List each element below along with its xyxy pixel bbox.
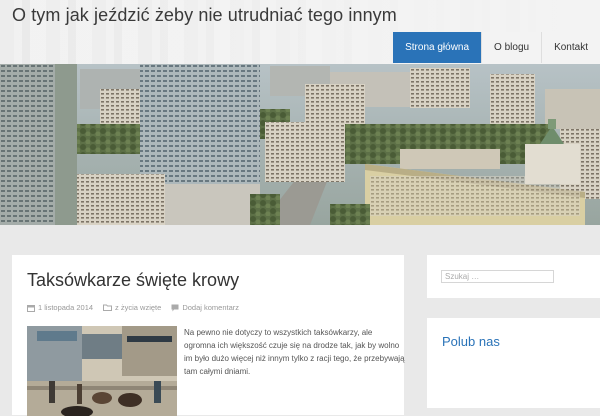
- post-excerpt: Na pewno nie dotyczy to wszystkich taksó…: [184, 328, 405, 376]
- post-card: Taksówkarze święte krowy 1 listopada 201…: [12, 255, 405, 416]
- site-title[interactable]: O tym jak jeździć żeby nie utrudniać teg…: [12, 5, 397, 26]
- widget-title-like: Polub nas: [442, 334, 500, 349]
- post-category[interactable]: z życia wzięte: [103, 303, 161, 312]
- search-widget: [427, 255, 600, 298]
- nav-item-about[interactable]: O blogu: [481, 32, 542, 63]
- post-title[interactable]: Taksówkarze święte krowy: [27, 270, 239, 291]
- search-input[interactable]: [441, 270, 554, 283]
- comment-icon: [171, 304, 179, 311]
- folder-icon: [103, 304, 113, 311]
- main-nav: Strona główna O blogu Kontakt: [393, 32, 600, 63]
- post-date-label: 1 listopada 2014: [38, 303, 94, 312]
- post-category-label: z życia wzięte: [115, 303, 162, 312]
- like-widget: Polub nas: [427, 318, 600, 408]
- post-comments-link[interactable]: Dodaj komentarz: [171, 303, 239, 312]
- header-image: [0, 64, 600, 225]
- nav-item-contact[interactable]: Kontakt: [541, 32, 600, 63]
- post-date[interactable]: 1 listopada 2014: [27, 303, 93, 312]
- post-thumbnail[interactable]: [27, 326, 177, 416]
- calendar-icon: [27, 304, 35, 312]
- post-meta: 1 listopada 2014 z życia wzięte Dodaj ko…: [27, 303, 239, 312]
- nav-item-home[interactable]: Strona główna: [393, 32, 482, 63]
- site-header: O tym jak jeździć żeby nie utrudniać teg…: [0, 0, 600, 64]
- street-photo-image: [27, 326, 177, 416]
- post-comments-label: Dodaj komentarz: [182, 303, 240, 312]
- city-panorama-image: [0, 64, 600, 225]
